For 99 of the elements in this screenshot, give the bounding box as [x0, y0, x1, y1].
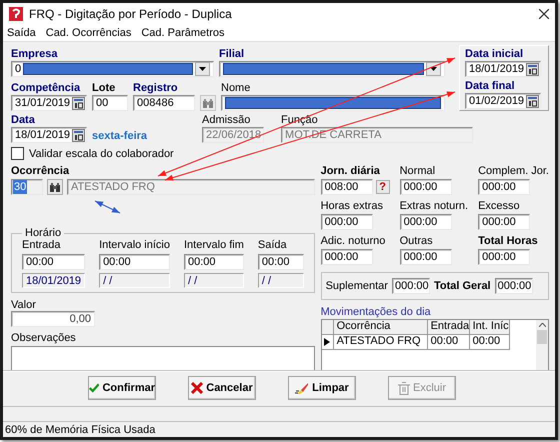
time-field[interactable]: 00:00: [184, 254, 244, 270]
registration-field[interactable]: 008486: [133, 95, 195, 111]
field-label: Normal: [400, 165, 436, 177]
field-label: Competência: [11, 82, 80, 94]
field-label: Data final: [465, 80, 515, 92]
trash-icon: [398, 382, 410, 394]
field-label: Admissão: [202, 114, 250, 126]
field-label: Intervalo fim: [184, 239, 244, 251]
occurrence-description-field[interactable]: ATESTADO FRQ: [67, 179, 315, 195]
row-indicator-icon: [324, 338, 330, 346]
table-cell: ATESTADO FRQ: [334, 335, 428, 350]
field-label: Total Horas: [478, 235, 538, 247]
field-label: Ocorrência: [11, 165, 70, 177]
company-dropdown[interactable]: 0: [11, 60, 214, 76]
field-label: Jorn. diária: [320, 165, 380, 177]
hours-field[interactable]: 000:00: [400, 179, 452, 195]
calendar-icon[interactable]: [72, 96, 86, 110]
binoculars-icon: [49, 182, 61, 192]
time-field[interactable]: 00:00: [99, 254, 170, 270]
column-header[interactable]: Int. Iníc: [470, 320, 510, 335]
column-header[interactable]: Entrada: [428, 320, 470, 335]
hours-field[interactable]: 000:00: [478, 214, 530, 230]
field-label: Total Geral: [434, 280, 491, 292]
field-label: Valor: [11, 299, 36, 311]
batch-field[interactable]: 00: [92, 95, 128, 111]
group-title: Horário: [24, 227, 62, 239]
time-field[interactable]: 00:00: [22, 254, 86, 270]
hours-field[interactable]: 000:00: [392, 278, 430, 294]
app-icon: [9, 7, 23, 21]
checkbox-label: Validar escala do colaborador: [29, 148, 174, 160]
field-label: Empresa: [11, 48, 58, 60]
field-label: Filial: [219, 48, 244, 60]
occurrence-code-field[interactable]: 30: [11, 179, 43, 195]
hours-field[interactable]: 000:00: [320, 214, 373, 230]
status-text: 60% de Memória Física Usada: [3, 421, 555, 437]
date-field[interactable]: 18/01/2019: [465, 61, 541, 77]
search-button[interactable]: [47, 179, 63, 195]
field-label: Nome: [221, 82, 250, 94]
close-icon[interactable]: [539, 9, 549, 19]
branch-dropdown[interactable]: [219, 60, 445, 76]
field-label: Horas extras: [320, 200, 383, 212]
weekday-label: sexta-feira: [92, 130, 148, 142]
table-cell: 00:00: [428, 335, 470, 350]
date-display: / /: [184, 273, 244, 288]
date-display: / /: [258, 273, 304, 288]
calendar-icon[interactable]: [526, 94, 540, 108]
checkbox[interactable]: [11, 147, 24, 160]
date-field[interactable]: 31/01/2019: [11, 95, 87, 111]
hours-field[interactable]: 000:00: [400, 214, 452, 230]
field-label: Entrada: [22, 239, 61, 251]
date-display: 18/01/2019: [22, 273, 86, 288]
field-label: Lote: [92, 82, 116, 94]
field-label: Registro: [133, 82, 178, 94]
column-header[interactable]: Ocorrência: [334, 320, 428, 335]
table-row[interactable]: ATESTADO FRQ 00:00 00:00: [322, 335, 510, 350]
cross-icon: [191, 382, 204, 394]
cancel-button[interactable]: Cancelar: [188, 376, 256, 400]
field-label: Complem. Jor.: [478, 165, 549, 177]
checkmark-icon: [89, 382, 100, 394]
field-label: Outras: [400, 235, 433, 247]
calendar-icon[interactable]: [72, 128, 86, 142]
calendar-icon[interactable]: [526, 62, 540, 76]
vertical-scrollbar[interactable]: [536, 320, 548, 371]
binoculars-icon: [202, 98, 214, 108]
value-field[interactable]: 0,00: [11, 311, 95, 327]
field-label: Intervalo início: [99, 239, 170, 251]
date-field[interactable]: 01/02/2019: [465, 93, 541, 109]
date-field[interactable]: 18/01/2019: [11, 127, 87, 143]
section-title: Movimentações do dia: [320, 306, 431, 318]
clear-button[interactable]: Limpar: [288, 376, 356, 400]
hours-field[interactable]: 000:00: [478, 179, 530, 195]
field-label: Data inicial: [465, 48, 524, 60]
notes-field[interactable]: [11, 346, 315, 371]
hours-field[interactable]: 000:00: [400, 249, 452, 265]
table-cell: 00:00: [470, 335, 510, 350]
row-header-corner: [322, 320, 334, 335]
name-field[interactable]: [221, 95, 445, 111]
annotation-arrow: [94, 200, 120, 214]
hours-field[interactable]: 000:00: [494, 278, 533, 294]
eraser-icon: [295, 382, 310, 394]
window-title: FRQ - Digitação por Período - Duplica: [29, 7, 233, 21]
time-field[interactable]: 00:00: [258, 254, 304, 270]
scroll-up-icon[interactable]: [538, 323, 546, 327]
field-label: Excesso: [478, 200, 520, 212]
date-display: / /: [99, 273, 170, 288]
help-button[interactable]: ?: [376, 180, 390, 194]
field-label: Data: [11, 114, 35, 126]
menu-item[interactable]: Cad. Ocorrências: [46, 27, 132, 39]
hours-field[interactable]: 000:00: [320, 249, 373, 265]
field-label: Saída: [258, 239, 287, 251]
menu-item[interactable]: Cad. Parâmetros: [141, 27, 224, 39]
hours-field[interactable]: 008:00: [320, 179, 373, 195]
field-label: Suplementar: [326, 280, 388, 292]
field-label: Adic. noturno: [320, 235, 386, 247]
field-label: Observações: [11, 332, 76, 344]
menu-item[interactable]: Saída: [7, 27, 36, 39]
confirm-button[interactable]: Confirmar: [88, 376, 156, 400]
hours-field[interactable]: 000:00: [478, 249, 530, 265]
field-label: Extras noturn.: [400, 200, 468, 212]
